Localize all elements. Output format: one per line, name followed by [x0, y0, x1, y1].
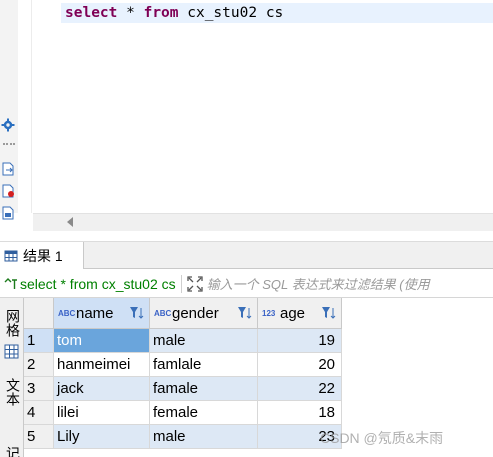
cell-age[interactable]: 19: [258, 329, 342, 353]
editor-ruler: [18, 0, 32, 213]
cell-age[interactable]: 18: [258, 401, 342, 425]
filter-query[interactable]: select * from cx_stu02 cs: [0, 276, 176, 292]
cell-gender[interactable]: male: [150, 425, 258, 449]
expand-icon[interactable]: [186, 275, 203, 292]
number-type-icon: 123: [262, 308, 276, 318]
grid-table-icon: [4, 250, 18, 261]
sql-token-star: *: [117, 5, 144, 21]
sql-keyword-select: select: [65, 5, 118, 21]
column-header-label: gender: [172, 304, 219, 322]
tab-result-label: 结果 1: [23, 247, 63, 264]
editor-horizontal-scrollbar[interactable]: [33, 213, 493, 231]
row-number[interactable]: 5: [24, 425, 54, 449]
toolbar-separator: [3, 143, 15, 145]
filter-sort-icon[interactable]: [129, 305, 145, 321]
filter-sort-icon[interactable]: [321, 305, 337, 321]
text-type-icon: ABC: [58, 308, 76, 318]
cell-gender[interactable]: famlale: [150, 353, 258, 377]
column-header-name[interactable]: ABC name: [54, 298, 150, 329]
cell-gender[interactable]: male: [150, 329, 258, 353]
grid-view-icon[interactable]: [4, 344, 19, 359]
sql-query-icon: [4, 277, 17, 289]
side-tab-record[interactable]: 记: [0, 446, 23, 457]
row-number-header[interactable]: [24, 298, 54, 329]
sql-keyword-from: from: [143, 5, 179, 21]
sql-current-line[interactable]: select * from cx_stu02 cs: [61, 3, 493, 23]
panel-splitter[interactable]: [0, 231, 493, 242]
file-error-icon[interactable]: [1, 184, 15, 198]
export-icon[interactable]: [1, 162, 15, 176]
column-header-gender[interactable]: ABC gender: [150, 298, 258, 329]
column-header-age[interactable]: 123 age: [258, 298, 342, 329]
filter-sort-icon[interactable]: [237, 305, 253, 321]
row-number[interactable]: 4: [24, 401, 54, 425]
cell-name[interactable]: jack: [54, 377, 150, 401]
sql-table-name: cx_stu02 cs: [178, 5, 284, 21]
scroll-left-arrow-icon[interactable]: [67, 217, 73, 227]
cell-gender[interactable]: female: [150, 401, 258, 425]
save-script-icon[interactable]: [1, 206, 15, 220]
side-tab-text[interactable]: 文本: [0, 374, 23, 410]
column-header-label: age: [280, 304, 306, 322]
cell-age[interactable]: 20: [258, 353, 342, 377]
text-type-icon: ABC: [154, 308, 172, 318]
column-header-label: name: [76, 304, 114, 322]
cell-gender[interactable]: famale: [150, 377, 258, 401]
cell-age[interactable]: 22: [258, 377, 342, 401]
row-number[interactable]: 2: [24, 353, 54, 377]
results-filter-bar: select * from cx_stu02 cs 输入一个 SQL 表达式来过…: [0, 270, 493, 298]
view-mode-panel: 网格 文本 记: [0, 298, 24, 457]
filter-divider: [180, 274, 182, 293]
cell-name[interactable]: lilei: [54, 401, 150, 425]
filter-query-text: select * from cx_stu02 cs: [20, 275, 176, 292]
filter-input[interactable]: 输入一个 SQL 表达式来过滤结果 (使用: [203, 274, 430, 293]
watermark: CSDN @氖质&末雨: [320, 430, 444, 446]
row-number[interactable]: 1: [24, 329, 54, 353]
results-tabbar: 结果 1: [0, 242, 493, 269]
sql-editor[interactable]: select * from cx_stu02 cs: [33, 0, 493, 213]
row-number[interactable]: 3: [24, 377, 54, 401]
cell-name[interactable]: hanmeimei: [54, 353, 150, 377]
settings-icon[interactable]: [1, 118, 15, 132]
editor-left-toolbar: [0, 0, 18, 213]
cell-name[interactable]: tom: [54, 329, 150, 353]
side-tab-grid[interactable]: 网格: [0, 306, 23, 340]
cell-name[interactable]: Lily: [54, 425, 150, 449]
tab-result-1[interactable]: 结果 1: [0, 242, 84, 269]
